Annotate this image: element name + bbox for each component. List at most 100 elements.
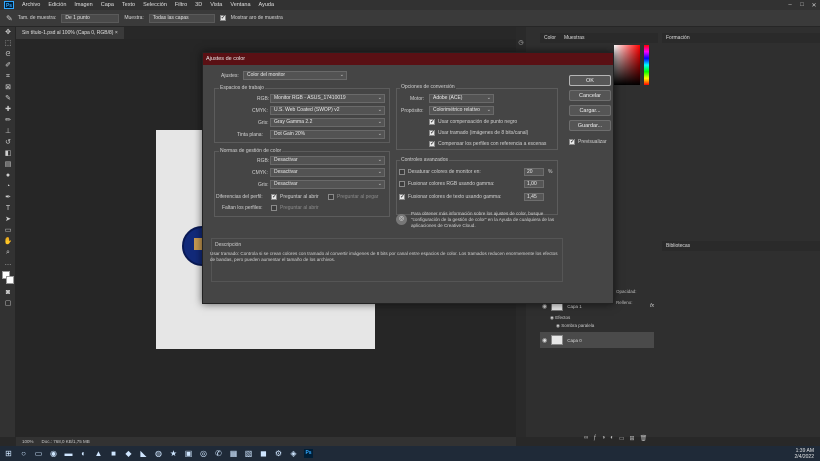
menu-archivo[interactable]: Archivo — [18, 2, 44, 8]
ask-open-checkbox[interactable] — [271, 193, 277, 200]
menu-3d[interactable]: 3D — [191, 2, 206, 8]
search-icon[interactable]: ○ — [19, 449, 28, 458]
app-icon[interactable]: ◼ — [259, 449, 268, 458]
doc-info[interactable]: Doc.: 768,0 KB/1,75 MB — [42, 439, 90, 444]
crop-tool-icon[interactable]: ⌗ — [0, 71, 16, 82]
minimize-icon[interactable]: – — [784, 2, 796, 9]
layer-row-selected[interactable]: ◉ Capa 0 — [540, 332, 654, 348]
history-brush-icon[interactable]: ↺ — [0, 137, 16, 148]
compensate-checkbox[interactable] — [429, 140, 435, 147]
blend-rgb-checkbox[interactable] — [399, 181, 405, 187]
ok-button[interactable]: OK — [569, 75, 611, 86]
app-icon[interactable]: ▧ — [244, 449, 253, 458]
rgb-dropdown[interactable]: Monitor RGB - ASUS_17410019 ⌄ — [270, 94, 385, 103]
color-swatches-icon[interactable] — [0, 269, 16, 287]
visual-studio-icon[interactable]: ◣ — [139, 449, 148, 458]
eyedropper-tool-icon[interactable]: ✎ — [0, 93, 16, 104]
menu-ayuda[interactable]: Ayuda — [255, 2, 279, 8]
bpc-checkbox[interactable] — [429, 118, 435, 125]
blend-text-input[interactable]: 1,45 — [524, 193, 544, 201]
dialog-title[interactable]: Ajustes de color — [203, 53, 613, 65]
sample-dropdown[interactable]: Todas las capas — [148, 13, 215, 23]
maximize-icon[interactable]: □ — [796, 2, 808, 9]
link-icon[interactable]: ∞ — [584, 435, 588, 442]
dodge-tool-icon[interactable]: ◔ — [0, 181, 16, 192]
menu-vista[interactable]: Vista — [206, 2, 226, 8]
path-select-tool-icon[interactable]: ➤ — [0, 214, 16, 225]
close-icon[interactable]: ✕ — [808, 2, 820, 9]
trash-icon[interactable]: 🗑 — [640, 435, 648, 442]
stamp-tool-icon[interactable]: ⊥ — [0, 126, 16, 137]
color-picker-field[interactable] — [614, 45, 640, 85]
folder-icon[interactable]: ▭ — [619, 435, 625, 442]
move-tool-icon[interactable]: ✥ — [0, 27, 16, 38]
visibility-eye-icon[interactable]: ◉ — [542, 337, 547, 344]
eyedropper-icon[interactable]: ✎ — [6, 14, 13, 23]
cancel-button[interactable]: Cancelar — [569, 90, 611, 101]
desaturate-checkbox[interactable] — [399, 169, 405, 175]
marquee-tool-icon[interactable]: ⬚ — [0, 38, 16, 49]
menu-imagen[interactable]: Imagen — [70, 2, 96, 8]
zoom-tool-icon[interactable]: ⌕ — [0, 247, 16, 258]
gray-dropdown[interactable]: Gray Gamma 2.2 ⌄ — [270, 118, 385, 127]
frame-tool-icon[interactable]: ⊠ — [0, 82, 16, 93]
lasso-tool-icon[interactable]: ᘓ — [0, 49, 16, 60]
policy-gray-dropdown[interactable]: Desactivar ⌄ — [270, 180, 385, 189]
blend-rgb-input[interactable]: 1,00 — [524, 180, 544, 188]
app-icon[interactable]: ■ — [109, 449, 118, 458]
policy-rgb-dropdown[interactable]: Desactivar ⌄ — [270, 156, 385, 165]
fx-badge[interactable]: fx — [650, 303, 654, 309]
app-icon[interactable]: ◎ — [199, 449, 208, 458]
vlc-icon[interactable]: ▲ — [94, 449, 103, 458]
app-icon[interactable]: ▦ — [229, 449, 238, 458]
show-ring-checkbox[interactable] — [219, 14, 226, 21]
more-tools-icon[interactable]: … — [0, 258, 16, 269]
edge-icon[interactable]: ◐ — [79, 449, 88, 458]
effect-row[interactable]: ◉ Sombra paralela — [556, 323, 594, 329]
quick-mask-icon[interactable]: ◙ — [0, 287, 16, 298]
hue-slider[interactable] — [644, 45, 649, 85]
fx-icon[interactable]: ƒ — [593, 435, 596, 442]
menu-capa[interactable]: Capa — [97, 2, 118, 8]
preview-checkbox[interactable] — [569, 138, 575, 145]
visibility-eye-icon[interactable]: ◉ — [550, 315, 554, 320]
ask-open-missing-checkbox[interactable] — [271, 205, 277, 211]
cmyk-dropdown[interactable]: U.S. Web Coated (SWOP) v2 ⌄ — [270, 106, 385, 115]
menu-seleccion[interactable]: Selección — [139, 2, 171, 8]
engine-dropdown[interactable]: Adobe (ACE) ⌄ — [429, 94, 494, 103]
photoshop-logo-icon[interactable]: Ps — [4, 1, 14, 9]
healing-brush-icon[interactable]: ✚ — [0, 104, 16, 115]
dither-checkbox[interactable] — [429, 129, 435, 136]
app-icon[interactable]: ★ — [169, 449, 178, 458]
history-panel-icon[interactable]: ◷ — [516, 39, 526, 46]
blur-tool-icon[interactable]: ● — [0, 170, 16, 181]
quick-select-tool-icon[interactable]: ✐ — [0, 60, 16, 71]
gradient-tool-icon[interactable]: ▤ — [0, 159, 16, 170]
hand-tool-icon[interactable]: ✋ — [0, 236, 16, 247]
menu-edicion[interactable]: Edición — [44, 2, 70, 8]
tab-swatches[interactable]: Muestras — [564, 33, 585, 43]
settings-dropdown[interactable]: Color del monitor ⌄ — [243, 71, 347, 80]
new-layer-icon[interactable]: ⊞ — [630, 435, 635, 442]
tab-libraries[interactable]: Bibliotecas — [666, 243, 690, 249]
eraser-tool-icon[interactable]: ◧ — [0, 148, 16, 159]
shape-tool-icon[interactable]: ▭ — [0, 225, 16, 236]
document-tab[interactable]: Sin título-1.psd al 100% (Capa 0, RGB/8)… — [16, 27, 124, 39]
type-tool-icon[interactable]: T — [0, 203, 16, 214]
mask-icon[interactable]: ◑ — [602, 435, 606, 442]
visibility-eye-icon[interactable]: ◉ — [556, 323, 560, 328]
screen-mode-icon[interactable]: ▢ — [0, 298, 16, 309]
app-icon[interactable]: ◈ — [289, 449, 298, 458]
load-button[interactable]: Cargar... — [569, 105, 611, 116]
menu-ventana[interactable]: Ventana — [226, 2, 254, 8]
blend-text-checkbox[interactable] — [399, 193, 405, 200]
tab-color[interactable]: Color — [544, 33, 556, 43]
system-clock[interactable]: 1:39 AM 2/4/2022 — [795, 448, 814, 460]
file-explorer-icon[interactable]: ▬ — [64, 449, 73, 458]
tab-training[interactable]: Formación — [666, 35, 690, 41]
sample-size-dropdown[interactable]: De 1 punto — [61, 13, 120, 23]
spot-dropdown[interactable]: Dot Gain 20% ⌄ — [270, 130, 385, 139]
save-button[interactable]: Guardar... — [569, 120, 611, 131]
whatsapp-icon[interactable]: ✆ — [214, 449, 223, 458]
effects-row[interactable]: ◉ Efectos — [550, 315, 570, 321]
